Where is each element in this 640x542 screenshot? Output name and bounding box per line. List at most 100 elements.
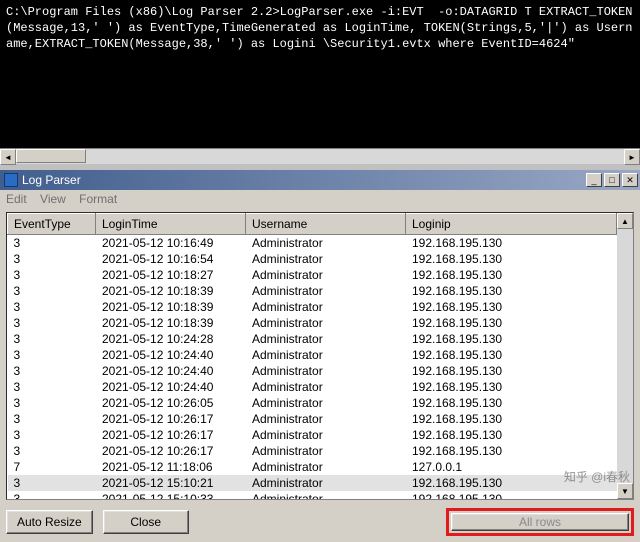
table-row[interactable]: 32021-05-12 10:18:39Administrator192.168… xyxy=(8,315,617,331)
cell-user: Administrator xyxy=(246,363,406,379)
cell-user: Administrator xyxy=(246,395,406,411)
cell-login: 2021-05-12 10:16:54 xyxy=(96,251,246,267)
cell-event: 3 xyxy=(8,235,96,252)
cell-user: Administrator xyxy=(246,283,406,299)
cell-user: Administrator xyxy=(246,331,406,347)
scroll-down-icon[interactable]: ▼ xyxy=(617,483,633,499)
auto-resize-button[interactable]: Auto Resize xyxy=(6,510,93,534)
cell-ip: 192.168.195.130 xyxy=(406,475,617,491)
cell-event: 3 xyxy=(8,315,96,331)
cell-event: 3 xyxy=(8,299,96,315)
cell-ip: 192.168.195.130 xyxy=(406,251,617,267)
cell-user: Administrator xyxy=(246,475,406,491)
cell-ip: 192.168.195.130 xyxy=(406,299,617,315)
cell-login: 2021-05-12 15:10:21 xyxy=(96,475,246,491)
cell-ip: 192.168.195.130 xyxy=(406,443,617,459)
cell-login: 2021-05-12 10:24:40 xyxy=(96,347,246,363)
table-row[interactable]: 32021-05-12 15:10:21Administrator192.168… xyxy=(8,475,617,491)
results-table: EventType LoginTime Username Loginip 320… xyxy=(6,212,634,500)
table-row[interactable]: 32021-05-12 10:26:17Administrator192.168… xyxy=(8,443,617,459)
col-logintime[interactable]: LoginTime xyxy=(96,214,246,235)
cell-user: Administrator xyxy=(246,459,406,475)
cell-user: Administrator xyxy=(246,347,406,363)
titlebar[interactable]: Log Parser _ □ ✕ xyxy=(0,170,640,190)
cell-event: 7 xyxy=(8,459,96,475)
cell-event: 3 xyxy=(8,347,96,363)
table-row[interactable]: 32021-05-12 10:24:40Administrator192.168… xyxy=(8,363,617,379)
col-username[interactable]: Username xyxy=(246,214,406,235)
cell-login: 2021-05-12 10:26:05 xyxy=(96,395,246,411)
col-eventtype[interactable]: EventType xyxy=(8,214,96,235)
cell-ip: 192.168.195.130 xyxy=(406,411,617,427)
cell-login: 2021-05-12 10:26:17 xyxy=(96,443,246,459)
cell-ip: 192.168.195.130 xyxy=(406,379,617,395)
cell-ip: 192.168.195.130 xyxy=(406,427,617,443)
console-output: C:\Program Files (x86)\Log Parser 2.2>Lo… xyxy=(0,0,640,148)
table-row[interactable]: 32021-05-12 10:26:17Administrator192.168… xyxy=(8,411,617,427)
cell-ip: 192.168.195.130 xyxy=(406,235,617,252)
log-parser-window: Log Parser _ □ ✕ Edit View Format EventT… xyxy=(0,170,640,542)
cell-ip: 192.168.195.130 xyxy=(406,267,617,283)
col-loginip[interactable]: Loginip xyxy=(406,214,617,235)
console-hscroll[interactable]: ◄ ► xyxy=(0,148,640,164)
cell-user: Administrator xyxy=(246,299,406,315)
cell-event: 3 xyxy=(8,379,96,395)
close-button[interactable]: Close xyxy=(103,510,189,534)
all-rows-button[interactable]: All rows xyxy=(451,513,629,531)
cell-login: 2021-05-12 10:18:39 xyxy=(96,315,246,331)
cell-login: 2021-05-12 10:18:39 xyxy=(96,283,246,299)
table-row[interactable]: 72021-05-12 11:18:06Administrator127.0.0… xyxy=(8,459,617,475)
cell-ip: 192.168.195.130 xyxy=(406,331,617,347)
table-row[interactable]: 32021-05-12 15:10:33Administrator192.168… xyxy=(8,491,617,499)
cell-event: 3 xyxy=(8,443,96,459)
highlight-annotation: All rows xyxy=(446,508,634,536)
cell-ip: 192.168.195.130 xyxy=(406,283,617,299)
table-row[interactable]: 32021-05-12 10:26:05Administrator192.168… xyxy=(8,395,617,411)
cell-event: 3 xyxy=(8,251,96,267)
cell-login: 2021-05-12 15:10:33 xyxy=(96,491,246,499)
cell-login: 2021-05-12 10:24:40 xyxy=(96,363,246,379)
cell-user: Administrator xyxy=(246,491,406,499)
scroll-right-icon[interactable]: ► xyxy=(624,149,640,165)
table-row[interactable]: 32021-05-12 10:24:28Administrator192.168… xyxy=(8,331,617,347)
scroll-left-icon[interactable]: ◄ xyxy=(0,149,16,165)
cell-ip: 127.0.0.1 xyxy=(406,459,617,475)
cell-event: 3 xyxy=(8,411,96,427)
cell-user: Administrator xyxy=(246,443,406,459)
table-row[interactable]: 32021-05-12 10:18:39Administrator192.168… xyxy=(8,283,617,299)
menu-edit[interactable]: Edit xyxy=(6,192,27,206)
table-row[interactable]: 32021-05-12 10:26:17Administrator192.168… xyxy=(8,427,617,443)
close-window-button[interactable]: ✕ xyxy=(622,173,638,187)
menu-format[interactable]: Format xyxy=(79,192,117,206)
cell-ip: 192.168.195.130 xyxy=(406,395,617,411)
cell-login: 2021-05-12 10:26:17 xyxy=(96,411,246,427)
cell-ip: 192.168.195.130 xyxy=(406,363,617,379)
cell-user: Administrator xyxy=(246,315,406,331)
cell-user: Administrator xyxy=(246,251,406,267)
cell-event: 3 xyxy=(8,395,96,411)
table-row[interactable]: 32021-05-12 10:18:39Administrator192.168… xyxy=(8,299,617,315)
cell-event: 3 xyxy=(8,475,96,491)
menu-view[interactable]: View xyxy=(40,192,66,206)
window-title: Log Parser xyxy=(22,173,584,187)
cell-login: 2021-05-12 10:16:49 xyxy=(96,235,246,252)
cell-event: 3 xyxy=(8,267,96,283)
scroll-up-icon[interactable]: ▲ xyxy=(617,213,633,229)
cell-user: Administrator xyxy=(246,235,406,252)
table-row[interactable]: 32021-05-12 10:24:40Administrator192.168… xyxy=(8,379,617,395)
maximize-button[interactable]: □ xyxy=(604,173,620,187)
menubar: Edit View Format xyxy=(0,190,640,210)
minimize-button[interactable]: _ xyxy=(586,173,602,187)
table-row[interactable]: 32021-05-12 10:16:54Administrator192.168… xyxy=(8,251,617,267)
cell-user: Administrator xyxy=(246,411,406,427)
table-row[interactable]: 32021-05-12 10:18:27Administrator192.168… xyxy=(8,267,617,283)
table-vscroll[interactable]: ▲ ▼ xyxy=(617,213,633,499)
cell-event: 3 xyxy=(8,331,96,347)
cell-login: 2021-05-12 10:18:27 xyxy=(96,267,246,283)
scroll-thumb[interactable] xyxy=(16,149,86,163)
cell-login: 2021-05-12 10:18:39 xyxy=(96,299,246,315)
table-row[interactable]: 32021-05-12 10:24:40Administrator192.168… xyxy=(8,347,617,363)
table-row[interactable]: 32021-05-12 10:16:49Administrator192.168… xyxy=(8,235,617,252)
cell-event: 3 xyxy=(8,427,96,443)
cell-login: 2021-05-12 11:18:06 xyxy=(96,459,246,475)
